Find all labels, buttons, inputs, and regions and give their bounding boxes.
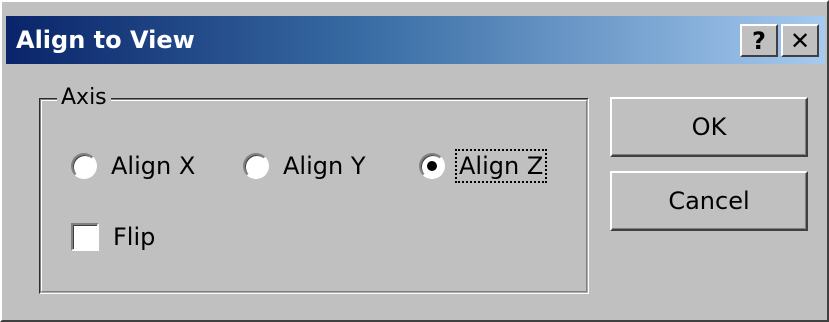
radio-align-y-label[interactable]: Align Y: [281, 151, 368, 181]
cancel-button[interactable]: Cancel: [610, 171, 808, 231]
close-icon: ✕: [789, 26, 811, 55]
radio-align-x[interactable]: Align X: [71, 151, 197, 181]
flip-label[interactable]: Flip: [113, 222, 155, 252]
radio-align-z-label[interactable]: Align Z: [454, 149, 548, 183]
radio-button-selected-icon[interactable]: [419, 153, 445, 179]
ok-button[interactable]: OK: [610, 97, 808, 157]
checkbox-icon[interactable]: [71, 223, 99, 251]
axis-group-label: Axis: [57, 85, 111, 111]
title-bar[interactable]: Align to View ? ✕: [6, 16, 825, 64]
align-to-view-dialog: Align to View ? ✕ Axis Align X Align Y A…: [0, 0, 829, 322]
radio-align-x-label[interactable]: Align X: [109, 151, 197, 181]
radio-align-y[interactable]: Align Y: [243, 151, 368, 181]
axis-groupbox: Axis Align X Align Y Align Z Flip: [39, 85, 589, 294]
radio-align-z[interactable]: Align Z: [419, 149, 548, 183]
question-mark-icon: ?: [752, 26, 766, 55]
help-button[interactable]: ?: [740, 24, 778, 57]
radio-button-icon[interactable]: [243, 153, 269, 179]
close-button[interactable]: ✕: [781, 24, 819, 57]
radio-button-icon[interactable]: [71, 153, 97, 179]
window-title: Align to View: [16, 26, 195, 54]
flip-checkbox[interactable]: Flip: [71, 222, 155, 252]
